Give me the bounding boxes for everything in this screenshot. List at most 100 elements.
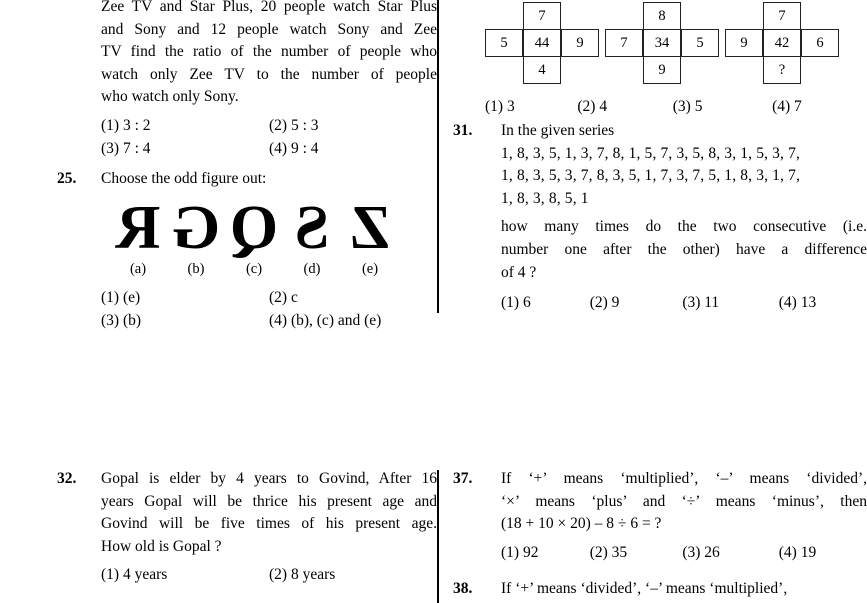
question-25-stem: Choose the odd figure out: xyxy=(101,170,267,187)
question-38-body: If ‘+’ means ‘divided’, ‘–’ means ‘multi… xyxy=(501,578,867,601)
cross-cell-left: 9 xyxy=(725,29,763,57)
question-24: Zee TV and Star Plus, 20 people watch St… xyxy=(57,0,437,160)
option-1[interactable]: (1) (e) xyxy=(101,286,269,309)
option-2[interactable]: (2) 4 xyxy=(577,95,672,118)
option-3[interactable]: (3) 5 xyxy=(673,95,772,118)
cross-cell-right: 5 xyxy=(681,29,719,57)
figure-label: (b) xyxy=(187,260,205,277)
question-25-options: (1) (e) (2) c (3) (b) (4) (b), (c) and (… xyxy=(101,286,437,332)
option-2[interactable]: (2) 35 xyxy=(590,541,683,564)
question-24-body: Zee TV and Star Plus, 20 people watch St… xyxy=(101,0,437,160)
figure-option-d[interactable]: S (d) xyxy=(283,193,341,278)
question-24-line: and Sony and 12 people watch Sony and Ze… xyxy=(101,20,437,38)
option-4[interactable]: (4) 13 xyxy=(779,291,867,314)
figure-option-b[interactable]: G (b) xyxy=(167,193,225,278)
option-row: (1) (e) (2) c xyxy=(101,286,437,309)
figure-option-c[interactable]: Q (c) xyxy=(225,194,283,278)
column-divider-bottom xyxy=(437,470,439,603)
cross-cell-left: 5 xyxy=(485,29,523,57)
cross-cell-top: 7 xyxy=(763,2,801,30)
question-25-body: Choose the odd figure out: R (a) G (b) Q… xyxy=(101,168,437,332)
question-32-options: (1) 4 years (2) 8 years xyxy=(101,563,437,586)
option-row: (1) 3 (2) 4 (3) 5 (4) 7 xyxy=(485,95,867,118)
figure-label: (a) xyxy=(129,260,147,277)
number-series-line: 1, 8, 3, 5, 1, 3, 7, 8, 1, 5, 7, 3, 5, 8… xyxy=(501,144,801,162)
question-37-expression: (18 + 10 × 20) – 8 ÷ 6 = ? xyxy=(501,515,662,533)
mirrored-letter-icon: S xyxy=(294,193,330,262)
cross-figure-2: 8 7 34 5 9 xyxy=(605,2,719,86)
option-row: (3) 7 : 4 (4) 9 : 4 xyxy=(101,137,437,160)
option-3[interactable]: (3) 11 xyxy=(682,291,778,314)
question-32: 32. Gopal is elder by 4 years to Govind,… xyxy=(57,468,437,586)
option-1[interactable]: (1) 4 years xyxy=(101,563,269,586)
cross-cell-top: 7 xyxy=(523,2,561,30)
option-2[interactable]: (2) 8 years xyxy=(269,563,437,586)
option-1[interactable]: (1) 3 : 2 xyxy=(101,114,269,137)
option-2[interactable]: (2) 9 xyxy=(590,291,683,314)
option-3[interactable]: (3) (b) xyxy=(101,309,269,332)
question-24-line: watch only Zee TV to the number of peopl… xyxy=(101,65,437,83)
mirrored-letter-icon: Z xyxy=(349,193,391,262)
option-4[interactable]: (4) 19 xyxy=(779,541,867,564)
option-1[interactable]: (1) 3 xyxy=(485,95,577,118)
question-24-options: (1) 3 : 2 (2) 5 : 3 (3) 7 : 4 (4) 9 : 4 xyxy=(101,114,437,160)
figure-label: (c) xyxy=(245,260,263,277)
option-2[interactable]: (2) 5 : 3 xyxy=(269,114,437,137)
question-31: 31. In the given series 1, 8, 3, 5, 1, 3… xyxy=(453,120,867,314)
option-4[interactable]: (4) 9 : 4 xyxy=(269,137,437,160)
cross-cell-bottom: 9 xyxy=(643,56,681,84)
cross-cell-missing-value: ? xyxy=(763,56,801,84)
option-row: (1) 6 (2) 9 (3) 11 (4) 13 xyxy=(501,291,867,314)
option-row: (1) 92 (2) 35 (3) 26 (4) 19 xyxy=(501,541,867,564)
question-31-line: number one after the other) have a diffe… xyxy=(501,240,867,258)
question-32-line: years Gopal will be thrice his present a… xyxy=(101,492,437,510)
option-1[interactable]: (1) 92 xyxy=(501,541,590,564)
question-30-options: (1) 3 (2) 4 (3) 5 (4) 7 xyxy=(485,95,867,118)
question-37-options: (1) 92 (2) 35 (3) 26 (4) 19 xyxy=(501,541,867,564)
question-32-line: Gopal is elder by 4 years to Govind, Aft… xyxy=(101,470,437,487)
number-series-line: 1, 8, 3, 5, 3, 7, 8, 3, 5, 1, 7, 3, 7, 5… xyxy=(501,167,801,185)
exam-page: Zee TV and Star Plus, 20 people watch St… xyxy=(0,0,867,603)
question-32-body: Gopal is elder by 4 years to Govind, Aft… xyxy=(101,468,437,586)
question-31-line: how many times do the two consecutive (i… xyxy=(501,218,867,236)
number-series-line: 1, 8, 3, 8, 5, 1 xyxy=(501,189,589,207)
cross-figure-1: 7 5 44 9 4 xyxy=(485,2,599,86)
option-1[interactable]: (1) 6 xyxy=(501,291,590,314)
question-25-number: 25. xyxy=(57,170,77,187)
mirrored-letter-icon: R xyxy=(115,193,161,262)
question-31-body: In the given series 1, 8, 3, 5, 1, 3, 7,… xyxy=(501,120,867,314)
question-24-line: Zee TV and Star Plus, 20 people watch St… xyxy=(101,0,437,15)
option-2[interactable]: (2) c xyxy=(269,286,437,309)
cross-cell-left: 7 xyxy=(605,29,643,57)
figure-option-a[interactable]: R (a) xyxy=(109,193,167,278)
option-3[interactable]: (3) 26 xyxy=(682,541,778,564)
figure-label: (d) xyxy=(303,260,321,277)
cross-cell-bottom: 4 xyxy=(523,56,561,84)
figure-option-e[interactable]: Z (e) xyxy=(341,193,399,278)
mirrored-letter-icon: G xyxy=(171,193,221,262)
question-37: 37. If ‘+’ means ‘multiplied’, ‘–’ means… xyxy=(453,468,867,564)
option-4[interactable]: (4) 7 xyxy=(772,95,867,118)
question-25-figure-row: R (a) G (b) Q (c) S (d) Z (e) xyxy=(109,193,399,278)
question-37-number: 37. xyxy=(453,470,473,487)
question-25: 25. Choose the odd figure out: R (a) G (… xyxy=(57,168,437,332)
question-38: 38. If ‘+’ means ‘divided’, ‘–’ means ‘m… xyxy=(453,578,867,601)
question-37-body: If ‘+’ means ‘multiplied’, ‘–’ means ‘di… xyxy=(501,468,867,564)
option-row: (1) 4 years (2) 8 years xyxy=(101,563,437,586)
question-31-line: of 4 ? xyxy=(501,263,537,281)
cross-cell-right: 6 xyxy=(801,29,839,57)
cross-cell-top: 8 xyxy=(643,2,681,30)
column-divider-top xyxy=(437,0,439,313)
question-38-line: If ‘+’ means ‘divided’, ‘–’ means ‘multi… xyxy=(501,580,788,597)
question-24-line: who watch only Sony. xyxy=(101,88,239,106)
option-row: (3) (b) (4) (b), (c) and (e) xyxy=(101,309,437,332)
cross-figure-3: 7 9 42 6 ? xyxy=(725,2,839,86)
question-32-line: Govind will be five times of his present… xyxy=(101,515,437,533)
option-3[interactable]: (3) 7 : 4 xyxy=(101,137,269,160)
question-38-number: 38. xyxy=(453,580,473,597)
cross-figure-row: 7 5 44 9 4 8 7 34 5 9 7 9 42 6 ? xyxy=(485,2,867,86)
question-32-line: How old is Gopal ? xyxy=(101,537,222,555)
option-4[interactable]: (4) (b), (c) and (e) xyxy=(269,309,437,332)
cross-cell-center: 44 xyxy=(523,29,561,57)
cross-cell-center: 34 xyxy=(643,29,681,57)
